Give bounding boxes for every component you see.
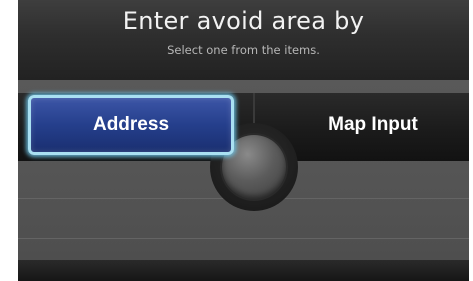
page-subtitle: Select one from the items. — [167, 43, 320, 57]
map-input-button[interactable]: Map Input — [288, 98, 458, 152]
page-title: Enter avoid area by — [122, 7, 365, 35]
navigation-screen: Enter avoid area by Select one from the … — [18, 0, 469, 281]
panel-divider-line — [18, 238, 469, 239]
options-panel: Address Map Input — [18, 80, 469, 260]
address-button[interactable]: Address — [28, 95, 234, 155]
header: Enter avoid area by Select one from the … — [18, 0, 469, 80]
footer-bar — [18, 260, 469, 281]
